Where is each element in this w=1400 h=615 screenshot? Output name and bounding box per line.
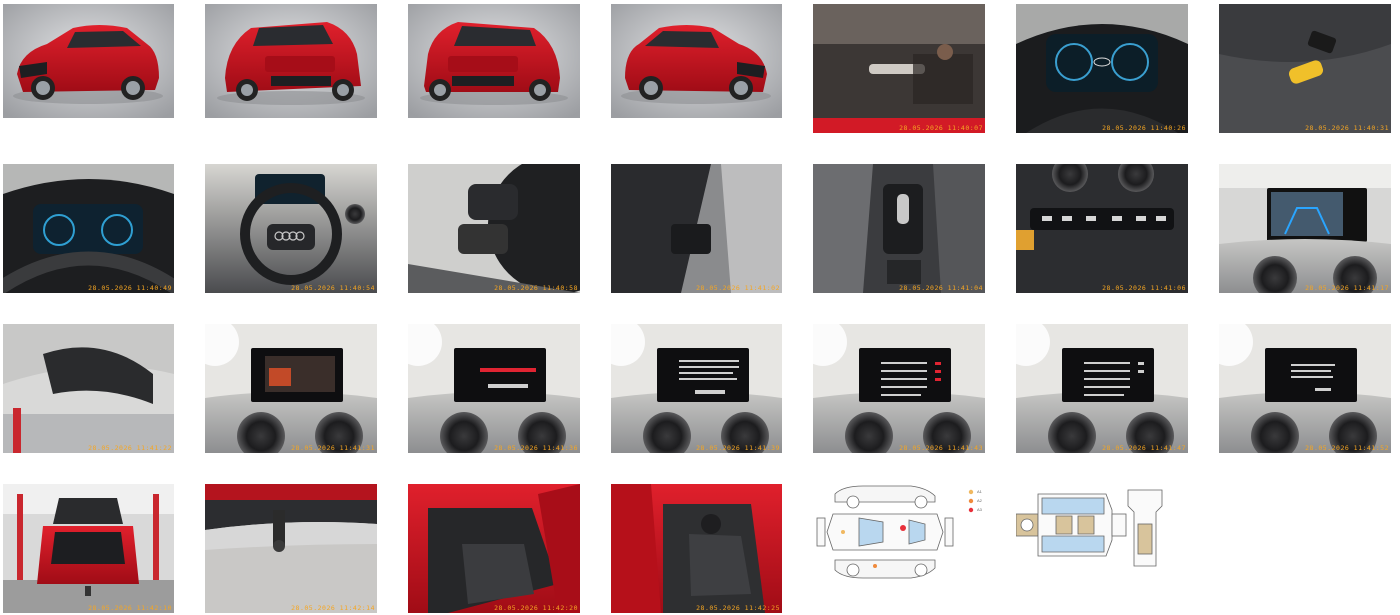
windshield-image <box>813 4 985 133</box>
car-exterior-image <box>408 4 580 118</box>
photo-timestamp: 28.05.2026 11:40:49 <box>88 284 172 292</box>
photo-thumbnail[interactable]: 28.05.2026 11:42:14 <box>205 484 377 613</box>
car-exterior-image <box>205 4 377 118</box>
damage-diagram-interior[interactable] <box>1016 484 1166 574</box>
photo-timestamp: 28.05.2026 11:41:31 <box>291 444 375 452</box>
instrument-cluster-image <box>1016 4 1188 133</box>
photo-thumbnail[interactable]: 28.05.2026 11:40:07 <box>813 4 985 133</box>
photo-thumbnail[interactable]: 28.05.2026 11:40:49 <box>3 164 174 293</box>
photo-timestamp: 28.05.2026 11:41:02 <box>696 284 780 292</box>
key-image <box>1219 4 1391 133</box>
photo-thumbnail[interactable] <box>205 4 377 118</box>
photo-timestamp: 28.05.2026 11:41:47 <box>1102 444 1186 452</box>
photo-thumbnail[interactable]: 28.05.2026 11:41:52 <box>1219 324 1391 453</box>
photo-timestamp: 28.05.2026 11:41:17 <box>1305 284 1389 292</box>
photo-timestamp: 28.05.2026 11:41:06 <box>1102 284 1186 292</box>
photo-thumbnail[interactable]: 28.05.2026 11:41:36 <box>408 324 580 453</box>
infotainment-image <box>1219 324 1391 453</box>
photo-timestamp: 28.05.2026 11:41:43 <box>899 444 983 452</box>
photo-timestamp: 28.05.2026 11:41:22 <box>88 444 172 452</box>
infotainment-image <box>408 324 580 453</box>
photo-timestamp: 28.05.2026 11:40:26 <box>1102 124 1186 132</box>
photo-thumbnail[interactable]: 28.05.2026 11:41:39 <box>611 324 782 453</box>
photo-thumbnail[interactable]: 28.05.2026 11:40:54 <box>205 164 377 293</box>
open-trunk-image <box>3 484 174 613</box>
photo-thumbnail[interactable]: 28.05.2026 11:42:10 <box>3 484 174 613</box>
photo-thumbnail[interactable]: 28.05.2026 11:40:58 <box>408 164 580 293</box>
infotainment-image <box>813 324 985 453</box>
legend-label: A2 <box>977 498 982 503</box>
photo-thumbnail[interactable]: 28.05.2026 11:41:06 <box>1016 164 1188 293</box>
photo-thumbnail[interactable]: 28.05.2026 11:41:31 <box>205 324 377 453</box>
photo-timestamp: 28.05.2026 11:40:54 <box>291 284 375 292</box>
climate-panel-image <box>1016 164 1188 293</box>
photo-timestamp: 28.05.2026 11:41:39 <box>696 444 780 452</box>
cluster-wide-image <box>3 164 174 293</box>
rear-door-open-image <box>408 484 580 613</box>
photo-timestamp: 28.05.2026 11:41:36 <box>494 444 578 452</box>
interior-outline-diagram <box>1016 489 1163 567</box>
photo-thumbnail[interactable]: 28.05.2026 11:40:26 <box>1016 4 1188 133</box>
legend-swatch-a2 <box>968 498 974 504</box>
legend-swatch-a3 <box>968 507 974 513</box>
photo-thumbnail[interactable]: 28.05.2026 11:40:31 <box>1219 4 1391 133</box>
infotainment-image <box>205 324 377 453</box>
photo-timestamp: 28.05.2026 11:42:10 <box>88 604 172 612</box>
photo-thumbnail[interactable]: 28.05.2026 11:41:02 <box>611 164 782 293</box>
photo-thumbnail[interactable] <box>408 4 580 118</box>
photo-thumbnail[interactable] <box>3 4 174 118</box>
tow-hitch-image <box>205 484 377 613</box>
photo-timestamp: 28.05.2026 11:42:14 <box>291 604 375 612</box>
photo-timestamp: 28.05.2026 11:42:25 <box>696 604 780 612</box>
mirror-headliner-image <box>3 324 174 453</box>
photo-timestamp: 28.05.2026 11:40:31 <box>1305 124 1389 132</box>
car-exterior-image <box>611 4 782 118</box>
photo-thumbnail[interactable]: 28.05.2026 11:42:20 <box>408 484 580 613</box>
infotainment-image <box>1016 324 1188 453</box>
photo-timestamp: 28.05.2026 11:40:58 <box>494 284 578 292</box>
photo-timestamp: 28.05.2026 11:40:07 <box>899 124 983 132</box>
car-exterior-image <box>3 4 174 118</box>
front-door-open-image <box>611 484 782 613</box>
legend-label: A3 <box>977 507 982 512</box>
photo-timestamp: 28.05.2026 11:41:52 <box>1305 444 1389 452</box>
photo-thumbnail[interactable]: 28.05.2026 11:42:25 <box>611 484 782 613</box>
damage-diagram-exterior[interactable]: A1 A2 A3 <box>813 484 993 580</box>
photo-thumbnail[interactable] <box>611 4 782 118</box>
photo-thumbnail[interactable]: 28.05.2026 11:41:47 <box>1016 324 1188 453</box>
door-switches-image <box>611 164 782 293</box>
infotainment-image <box>611 324 782 453</box>
photo-thumbnail[interactable]: 28.05.2026 11:41:04 <box>813 164 985 293</box>
legend-swatch-a1 <box>968 489 974 495</box>
legend-label: A1 <box>977 489 982 494</box>
car-outline-diagram <box>816 485 974 579</box>
photo-thumbnail[interactable]: 28.05.2026 11:41:22 <box>3 324 174 453</box>
photo-thumbnail[interactable]: 28.05.2026 11:41:43 <box>813 324 985 453</box>
rear-camera-screen-image <box>1219 164 1391 293</box>
gear-selector-image <box>813 164 985 293</box>
photo-timestamp: 28.05.2026 11:42:20 <box>494 604 578 612</box>
photo-timestamp: 28.05.2026 11:41:04 <box>899 284 983 292</box>
steering-wheel-image <box>205 164 377 293</box>
photo-thumbnail[interactable]: 28.05.2026 11:41:17 <box>1219 164 1391 293</box>
wheel-controls-image <box>408 164 580 293</box>
